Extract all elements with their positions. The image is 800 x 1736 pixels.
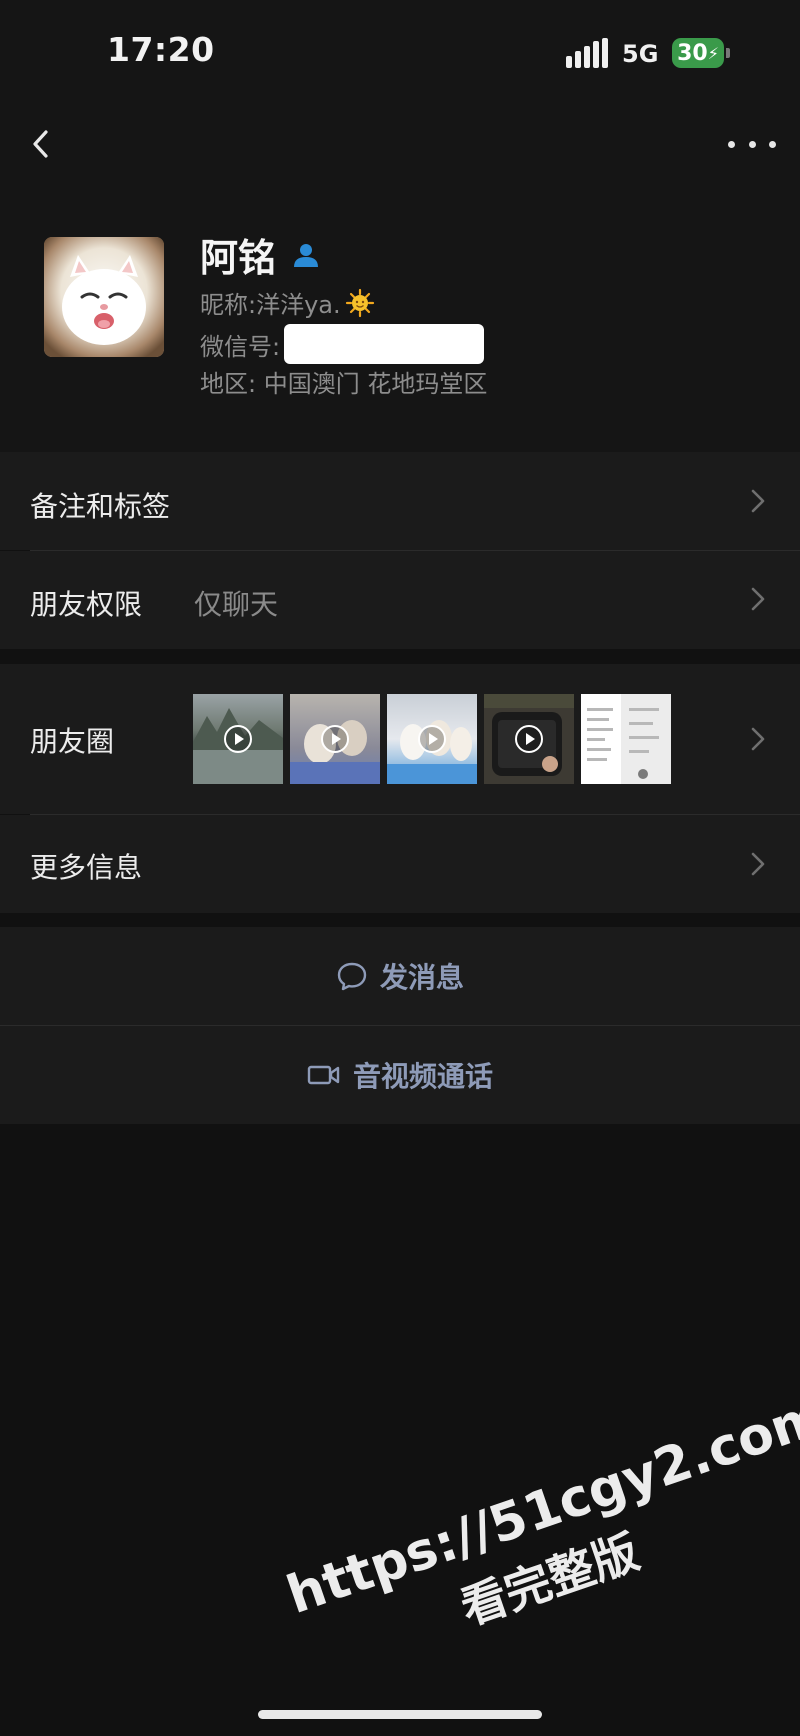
chevron-right-icon bbox=[751, 587, 765, 611]
network-type: 5G bbox=[622, 40, 659, 68]
send-message-label: 发消息 bbox=[379, 961, 464, 994]
more-info-label: 更多信息 bbox=[30, 851, 143, 884]
status-time: 17:20 bbox=[107, 30, 215, 69]
cat-avatar-image bbox=[44, 237, 164, 357]
play-icon bbox=[321, 725, 349, 753]
moments-label: 朋友圈 bbox=[30, 725, 115, 758]
friend-permission-value: 仅聊天 bbox=[194, 588, 279, 621]
nickname-row: 昵称: 洋洋ya. bbox=[200, 285, 375, 320]
nav-bar bbox=[0, 110, 800, 182]
chevron-right-icon bbox=[751, 727, 765, 751]
contact-name: 阿铭 bbox=[200, 236, 277, 280]
nickname-label: 昵称: bbox=[200, 291, 257, 319]
play-icon bbox=[418, 725, 446, 753]
profile-header: 阿铭 昵称: 洋洋ya. 微信号: 地区: 中国澳门 花地玛堂区 bbox=[0, 182, 800, 452]
wechat-id-label: 微信号: bbox=[200, 332, 281, 361]
friend-permission-label: 朋友权限 bbox=[30, 588, 143, 621]
avatar[interactable] bbox=[44, 237, 164, 357]
person-icon bbox=[294, 243, 319, 267]
sun-emoji-icon bbox=[345, 288, 374, 317]
region-row: 地区: 中国澳门 花地玛堂区 bbox=[200, 364, 487, 399]
send-message-button[interactable]: 发消息 bbox=[0, 927, 800, 1025]
wechat-id-redaction bbox=[284, 324, 485, 364]
moments-thumbnail[interactable] bbox=[581, 694, 671, 784]
moments-thumbnail[interactable] bbox=[290, 694, 380, 784]
more-button[interactable] bbox=[728, 124, 776, 164]
region-value: 中国澳门 花地玛堂区 bbox=[263, 370, 488, 398]
remark-tags-label: 备注和标签 bbox=[30, 490, 171, 523]
moments-thumbnail[interactable] bbox=[387, 694, 477, 784]
moments-thumbnail[interactable] bbox=[193, 694, 283, 784]
battery-icon: 30 ⚡ bbox=[672, 38, 724, 68]
remark-tags-row[interactable]: 备注和标签 bbox=[0, 452, 800, 550]
signal-icon bbox=[566, 38, 610, 68]
chat-bubble-icon bbox=[337, 962, 367, 991]
home-indicator[interactable] bbox=[258, 1710, 542, 1719]
status-bar: 17:20 5G 30 ⚡ bbox=[0, 0, 800, 110]
play-icon bbox=[515, 725, 543, 753]
chevron-right-icon bbox=[751, 852, 765, 876]
chevron-right-icon bbox=[751, 489, 765, 513]
play-icon bbox=[224, 725, 252, 753]
video-camera-icon bbox=[307, 1065, 340, 1085]
chevron-left-icon bbox=[33, 130, 48, 158]
back-button[interactable] bbox=[24, 124, 64, 164]
friend-permission-row[interactable]: 朋友权限 仅聊天 bbox=[0, 551, 800, 649]
battery-cap bbox=[726, 48, 730, 58]
wechat-id-row: 微信号: bbox=[200, 324, 485, 364]
battery-level: 30 bbox=[677, 40, 708, 66]
video-call-label: 音视频通话 bbox=[352, 1060, 493, 1093]
watermark: https://51cgy2.com 看完整版 bbox=[280, 1385, 800, 1730]
more-info-row[interactable]: 更多信息 bbox=[0, 815, 800, 913]
region-label: 地区: bbox=[200, 370, 257, 398]
nickname-value: 洋洋ya. bbox=[256, 291, 341, 319]
more-dots-icon bbox=[728, 140, 735, 148]
moments-thumbnail[interactable] bbox=[484, 694, 574, 784]
video-call-button[interactable]: 音视频通话 bbox=[0, 1026, 800, 1124]
